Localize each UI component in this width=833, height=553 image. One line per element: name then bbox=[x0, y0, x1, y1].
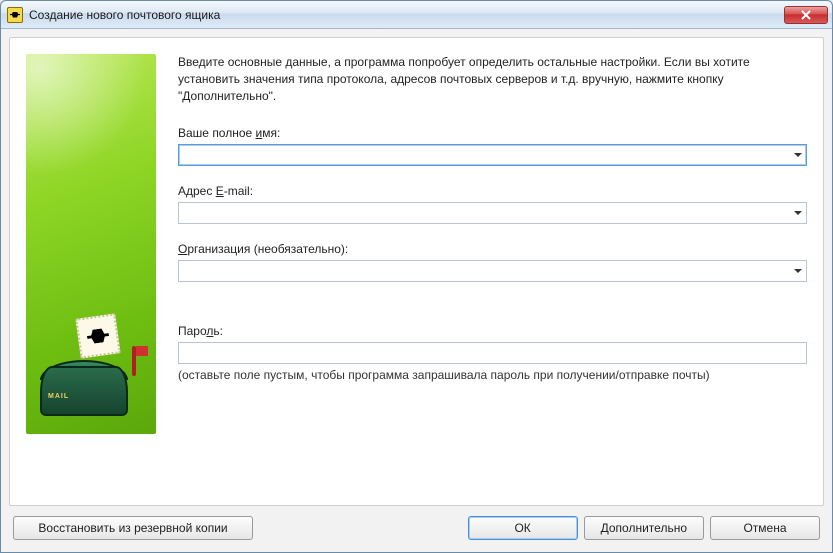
field-org: Организация (необязательно): bbox=[178, 242, 807, 282]
titlebar[interactable]: Создание нового почтового ящика bbox=[1, 1, 832, 29]
email-label: Адрес E-mail: bbox=[178, 184, 807, 198]
button-row: Восстановить из резервной копии ОК Допол… bbox=[9, 506, 824, 544]
form-area: Введите основные данные, а программа поп… bbox=[178, 54, 807, 489]
cancel-button[interactable]: Отмена bbox=[710, 516, 820, 540]
name-input[interactable] bbox=[178, 144, 807, 166]
intro-text: Введите основные данные, а программа поп… bbox=[178, 54, 807, 104]
field-email: Адрес E-mail: bbox=[178, 184, 807, 224]
password-label: Пароль: bbox=[178, 324, 807, 338]
window-title: Создание нового почтового ящика bbox=[29, 8, 784, 22]
restore-button[interactable]: Восстановить из резервной копии bbox=[13, 516, 253, 540]
close-icon bbox=[801, 10, 811, 20]
email-input[interactable] bbox=[178, 202, 807, 224]
field-password: Пароль: (оставьте поле пустым, чтобы про… bbox=[178, 324, 807, 382]
chevron-down-icon bbox=[794, 153, 802, 157]
name-label: Ваше полное имя: bbox=[178, 126, 807, 140]
mailbox-icon: MAIL bbox=[40, 316, 142, 416]
password-input[interactable] bbox=[178, 342, 807, 364]
field-name: Ваше полное имя: bbox=[178, 126, 807, 166]
chevron-down-icon bbox=[794, 211, 802, 215]
sidebar-illustration: MAIL bbox=[26, 54, 156, 434]
password-hint: (оставьте поле пустым, чтобы программа з… bbox=[178, 368, 807, 382]
main-panel: MAIL Введите основные данные, а программ… bbox=[9, 37, 824, 506]
app-icon bbox=[7, 7, 23, 23]
org-label: Организация (необязательно): bbox=[178, 242, 807, 256]
dialog-window: Создание нового почтового ящика MAIL Вве… bbox=[0, 0, 833, 553]
advanced-button[interactable]: Дополнительно bbox=[584, 516, 704, 540]
org-input[interactable] bbox=[178, 260, 807, 282]
chevron-down-icon bbox=[794, 269, 802, 273]
ok-button[interactable]: ОК bbox=[468, 516, 578, 540]
client-area: MAIL Введите основные данные, а программ… bbox=[1, 29, 832, 552]
close-button[interactable] bbox=[784, 6, 828, 24]
